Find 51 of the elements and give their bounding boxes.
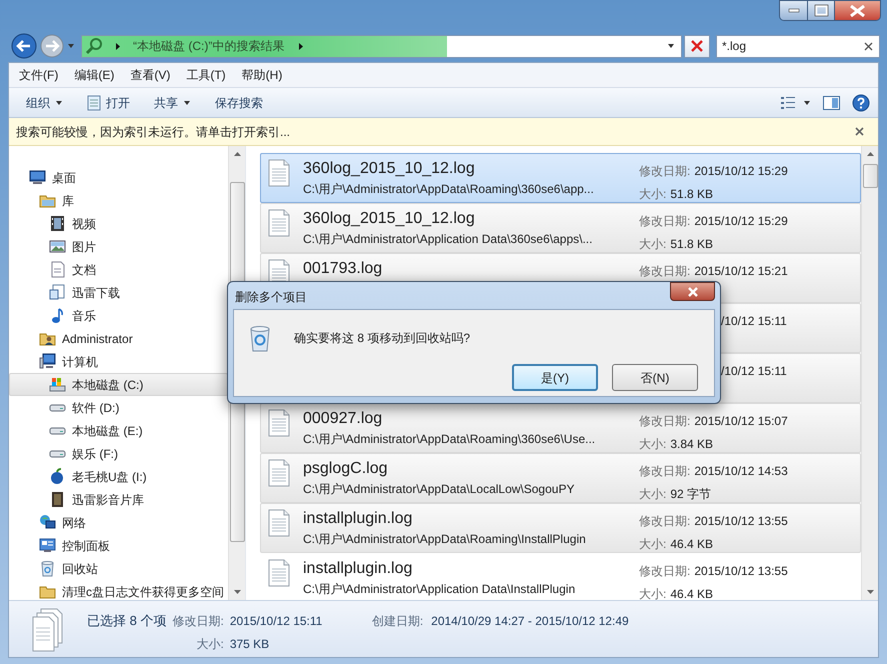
date-label: 修改日期:	[639, 413, 690, 430]
size-label: 大小:	[639, 486, 666, 503]
date-value: 2015/10/12 13:55	[694, 513, 788, 530]
size-value: 375 KB	[230, 636, 270, 652]
selection-count: 已选择 8 个项	[87, 612, 166, 630]
size-label: 大小:	[639, 586, 666, 600]
size-value: 3.84 KB	[670, 436, 714, 453]
file-path: C:\用户\Administrator\AppData\Roaming\360se6\app...	[303, 181, 595, 198]
date-value: 2015/10/12 13:55	[694, 563, 788, 580]
modified-label: 修改日期:	[172, 613, 224, 630]
file-name: installplugin.log	[303, 559, 414, 579]
date-value: 2015/10/12 15:07	[694, 413, 788, 430]
date-value: /10/12 15:11	[721, 363, 787, 380]
date-value: 2015/10/12 15:29	[694, 213, 788, 230]
file-path: C:\用户\Administrator\AppData\LocalLow\SogouPY	[303, 481, 576, 498]
size-label: 大小:	[639, 236, 666, 253]
date-label: 修改日期:	[639, 513, 690, 530]
address-text: “本地磁盘 (C:)”中的搜索结果	[133, 38, 284, 55]
size-value: 46.4 KB	[670, 536, 714, 553]
date-value: /10/12 15:11	[721, 313, 787, 330]
date-label: 修改日期:	[639, 463, 690, 480]
file-name: 001793.log	[303, 259, 384, 279]
date-label: 修改日期:	[639, 213, 690, 230]
date-value: 2015/10/12 15:21	[694, 263, 788, 280]
date-label: 修改日期:	[639, 563, 690, 580]
size-value: 51.8 KB	[670, 186, 714, 203]
created-label: 创建日期:	[372, 613, 424, 630]
created-value: 2014/10/29 14:27 - 2015/10/12 12:49	[431, 613, 629, 630]
file-name: installplugin.log	[303, 509, 414, 529]
file-name: 360log_2015_10_12.log	[303, 159, 476, 179]
file-name: 360log_2015_10_12.log	[303, 209, 476, 229]
size-label: 大小:	[639, 536, 666, 553]
file-path: C:\用户\Administrator\AppData\Roaming\360se6\Use...	[303, 431, 596, 448]
file-path: C:\用户\Administrator\AppData\Roaming\InstallPlugin	[303, 531, 587, 548]
date-value: 2015/10/12 14:53	[694, 463, 788, 480]
file-path: C:\用户\Administrator\Application Data\360se6\apps\...	[303, 231, 594, 248]
date-label: 修改日期:	[639, 263, 690, 280]
dialog-message: 确实要将这 8 项移动到回收站吗?	[294, 330, 470, 347]
size-value: 92 字节	[670, 486, 712, 503]
size-label: 大小:	[196, 636, 224, 652]
size-value: 51.8 KB	[670, 236, 714, 253]
info-text: 搜索可能较慢，因为索引未运行。请单击打开索引...	[16, 124, 290, 140]
date-value: 2015/10/12 15:29	[694, 163, 788, 180]
date-label: 修改日期:	[639, 163, 690, 180]
size-label: 大小:	[639, 436, 666, 453]
file-name: 000927.log	[303, 409, 384, 429]
size-value: 46.4 KB	[670, 586, 714, 600]
file-name: psglogC.log	[303, 459, 388, 479]
file-path: C:\用户\Administrator\Application Data\InstallPlugin	[303, 581, 576, 598]
modified-value: 2015/10/12 15:11	[230, 613, 324, 630]
size-label: 大小:	[639, 186, 666, 203]
